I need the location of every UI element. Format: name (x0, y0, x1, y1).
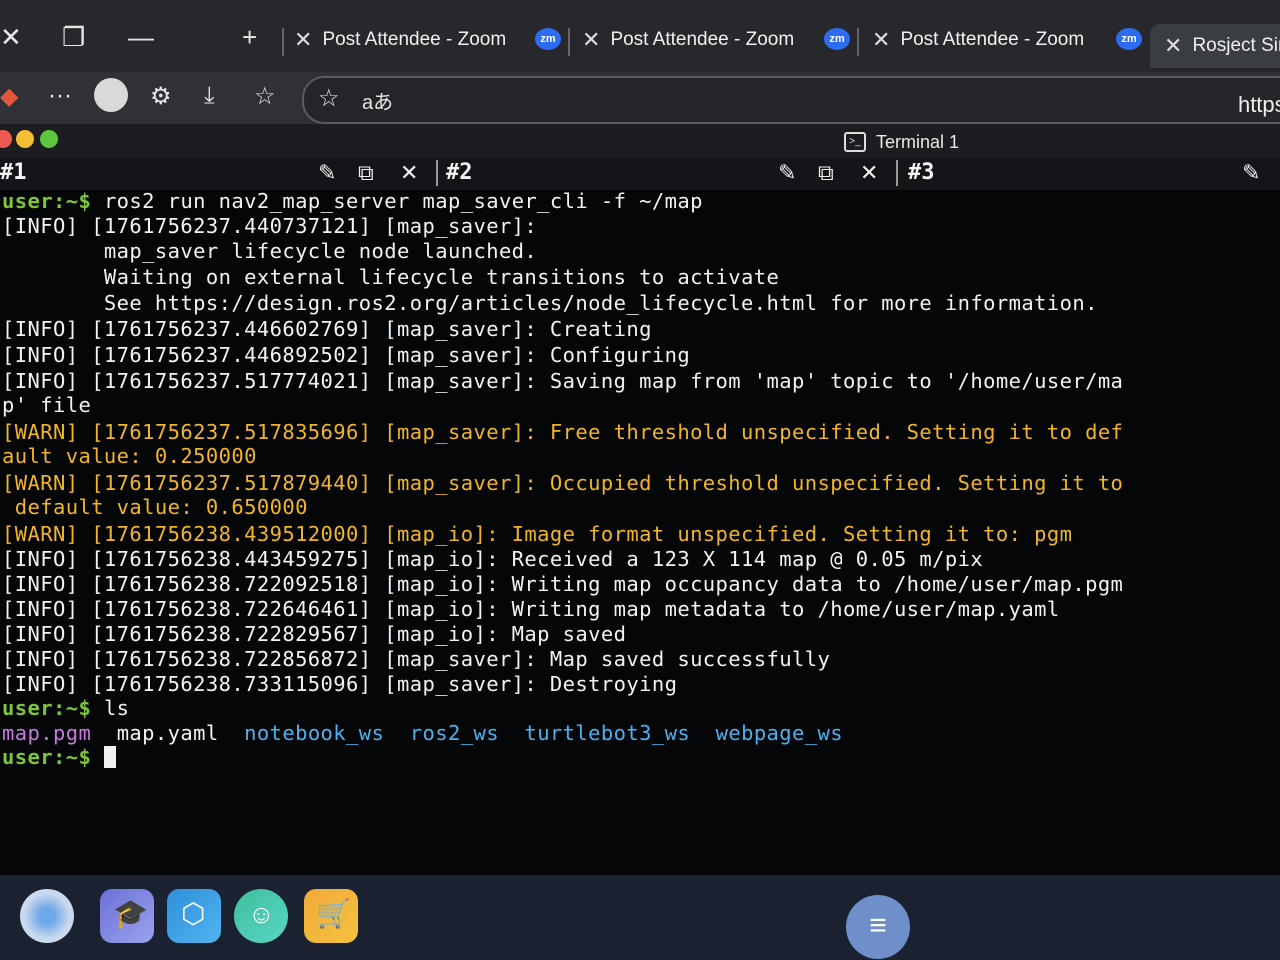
new-tab-icon[interactable]: + (242, 22, 257, 53)
address-bar[interactable]: ☆ aあ https:// (302, 76, 1280, 124)
ls-entry-dir: notebook_ws (244, 721, 385, 745)
ls-entry-image: map.pgm (2, 721, 92, 745)
terminal-line: [INFO] [1761756238.722092518] [map_io]: … (2, 572, 1124, 596)
close-pane-icon[interactable]: ✕ (860, 160, 878, 186)
text-cursor (103, 746, 116, 768)
close-tab-icon[interactable]: ✕ (582, 27, 600, 53)
ls-output-line: map.pgm map.yaml notebook_ws ros2_ws tur… (2, 721, 843, 745)
pane-separator (896, 160, 898, 186)
pane-tab-1[interactable]: #1 (0, 160, 27, 185)
terminal-line: user:~$ (2, 745, 116, 769)
zoom-favicon: zm (824, 28, 850, 50)
ls-entry-dir: webpage_ws (715, 721, 844, 745)
terminal-line: [INFO] [1761756237.517774021] [map_saver… (2, 369, 1124, 393)
tab-post-attendee-1[interactable]: ✕ Post Attendee - Zoom (294, 22, 506, 58)
zoom-favicon: zm (1116, 28, 1142, 50)
star-bookmark-icon[interactable]: ☆ (318, 84, 340, 113)
terminal-output[interactable]: user:~$ ros2 run nav2_map_server map_sav… (0, 189, 1280, 875)
tab-label: Post Attendee - Zoom (610, 29, 795, 50)
hamburger-icon[interactable]: ≡ (846, 895, 910, 959)
edit-pencil-icon[interactable]: ✎ (318, 160, 336, 186)
terminal-line: user:~$ ros2 run nav2_map_server map_sav… (2, 189, 703, 213)
maximize-light[interactable] (40, 130, 58, 148)
tab-post-attendee-2[interactable]: ✕ Post Attendee - Zoom (582, 22, 794, 58)
app-icon-1[interactable] (20, 889, 74, 943)
close-tab-icon[interactable]: ✕ (872, 27, 890, 53)
graduation-cap-icon[interactable]: 🎓 (100, 889, 154, 943)
terminal-line: [INFO] [1761756238.443459275] [map_io]: … (2, 547, 984, 571)
extensions-icon[interactable]: ⚙ (150, 82, 172, 111)
minimize-window-icon[interactable]: — (128, 22, 154, 53)
minimize-light[interactable] (16, 130, 34, 148)
browser-toolbar: ◆ ··· ⚙ ⤓ ☆ ☆ aあ https:// (0, 72, 1280, 124)
terminal-title-bar: >_ Terminal 1 (0, 124, 1280, 158)
command: ros2 run nav2_map_server map_saver_cli -… (91, 189, 703, 213)
tab-label: Post Attendee - Zoom (900, 29, 1085, 50)
close-window-icon[interactable]: ✕ (0, 22, 22, 53)
terminal-line: [INFO] [1761756237.446892502] [map_saver… (2, 343, 691, 367)
terminal-line: [INFO] [1761756237.446602769] [map_saver… (2, 317, 652, 341)
favorites-icon[interactable]: ☆ (254, 82, 276, 111)
terminal-warn-line: [WARN] [1761756237.517879440] [map_saver… (2, 471, 1124, 495)
terminal-line: p' file (2, 393, 92, 417)
pop-out-icon[interactable]: ⧉ (358, 160, 374, 186)
tab-rosject-sim[interactable]: ✕ Rosject Sim (1150, 24, 1280, 68)
tab-label: Rosject Sim (1192, 35, 1280, 56)
pop-out-icon[interactable]: ⧉ (818, 160, 834, 186)
read-aloud-icon[interactable]: aあ (362, 86, 393, 115)
prompt: user:~$ (2, 189, 92, 213)
terminal-line: [INFO] [1761756238.722856872] [map_saver… (2, 647, 831, 671)
cart-icon[interactable]: 🛒 (304, 889, 358, 943)
ls-entry-file: map.yaml (116, 721, 219, 745)
ls-entry-dir: ros2_ws (409, 721, 499, 745)
edit-pencil-icon[interactable]: ✎ (1242, 160, 1260, 186)
terminal-warn-line: [WARN] [1761756238.439512000] [map_io]: … (2, 522, 1073, 546)
terminal-line: Waiting on external lifecycle transition… (2, 265, 780, 289)
terminal-warn-line: ault value: 0.250000 (2, 444, 257, 468)
close-tab-icon[interactable]: ✕ (1164, 33, 1182, 59)
close-pane-icon[interactable]: ✕ (400, 160, 418, 186)
tab-label: Post Attendee - Zoom (322, 29, 507, 50)
terminal-icon: >_ (844, 132, 866, 152)
zoom-favicon: zm (535, 28, 561, 50)
terminal-title: Terminal 1 (876, 132, 960, 152)
pane-tab-2[interactable]: #2 (446, 160, 473, 185)
terminal-warn-line: [WARN] [1761756237.517835696] [map_saver… (2, 420, 1124, 444)
terminal-warn-line: default value: 0.650000 (2, 495, 308, 519)
terminal-line: See https://design.ros2.org/articles/nod… (2, 291, 1098, 315)
command: ls (91, 696, 130, 720)
robot-icon[interactable]: ☺ (234, 889, 288, 943)
profile-avatar[interactable] (94, 78, 128, 112)
ls-entry-dir: turtlebot3_ws (524, 721, 691, 745)
pane-separator (436, 160, 438, 186)
browser-tab-strip: ✕ ❐ — + ✕ Post Attendee - Zoom zm ✕ Post… (0, 0, 1280, 72)
close-tab-icon[interactable]: ✕ (294, 27, 312, 53)
terminal-line: [INFO] [1761756238.733115096] [map_saver… (2, 672, 678, 696)
copilot-icon[interactable]: ◆ (0, 82, 18, 111)
terminal-line: [INFO] [1761756238.722646461] [map_io]: … (2, 597, 1060, 621)
cube-icon[interactable]: ⬡ (167, 889, 221, 943)
tab-post-attendee-3[interactable]: ✕ Post Attendee - Zoom (872, 22, 1084, 58)
restore-window-icon[interactable]: ❐ (62, 22, 85, 53)
prompt: user:~$ (2, 696, 92, 720)
url-text[interactable]: https:// (1238, 92, 1280, 118)
terminal-line: user:~$ ls (2, 696, 129, 720)
prompt: user:~$ (2, 745, 92, 769)
terminal-line: [INFO] [1761756237.440737121] [map_saver… (2, 214, 538, 238)
terminal-line: map_saver lifecycle node launched. (2, 239, 538, 263)
tab-separator (568, 28, 570, 56)
terminal-line: [INFO] [1761756238.722829567] [map_io]: … (2, 622, 627, 646)
terminal-pane-bar: #1 ✎ ⧉ ✕ #2 ✎ ⧉ ✕ #3 ✎ (0, 158, 1280, 190)
more-options-icon[interactable]: ··· (48, 82, 72, 110)
edit-pencil-icon[interactable]: ✎ (778, 160, 796, 186)
pane-tab-3[interactable]: #3 (908, 160, 935, 185)
taskbar: 🎓 ⬡ ☺ 🛒 ≡ (0, 875, 1280, 960)
tab-separator (282, 28, 284, 56)
tab-separator (857, 28, 859, 56)
download-icon[interactable]: ⤓ (204, 82, 215, 110)
